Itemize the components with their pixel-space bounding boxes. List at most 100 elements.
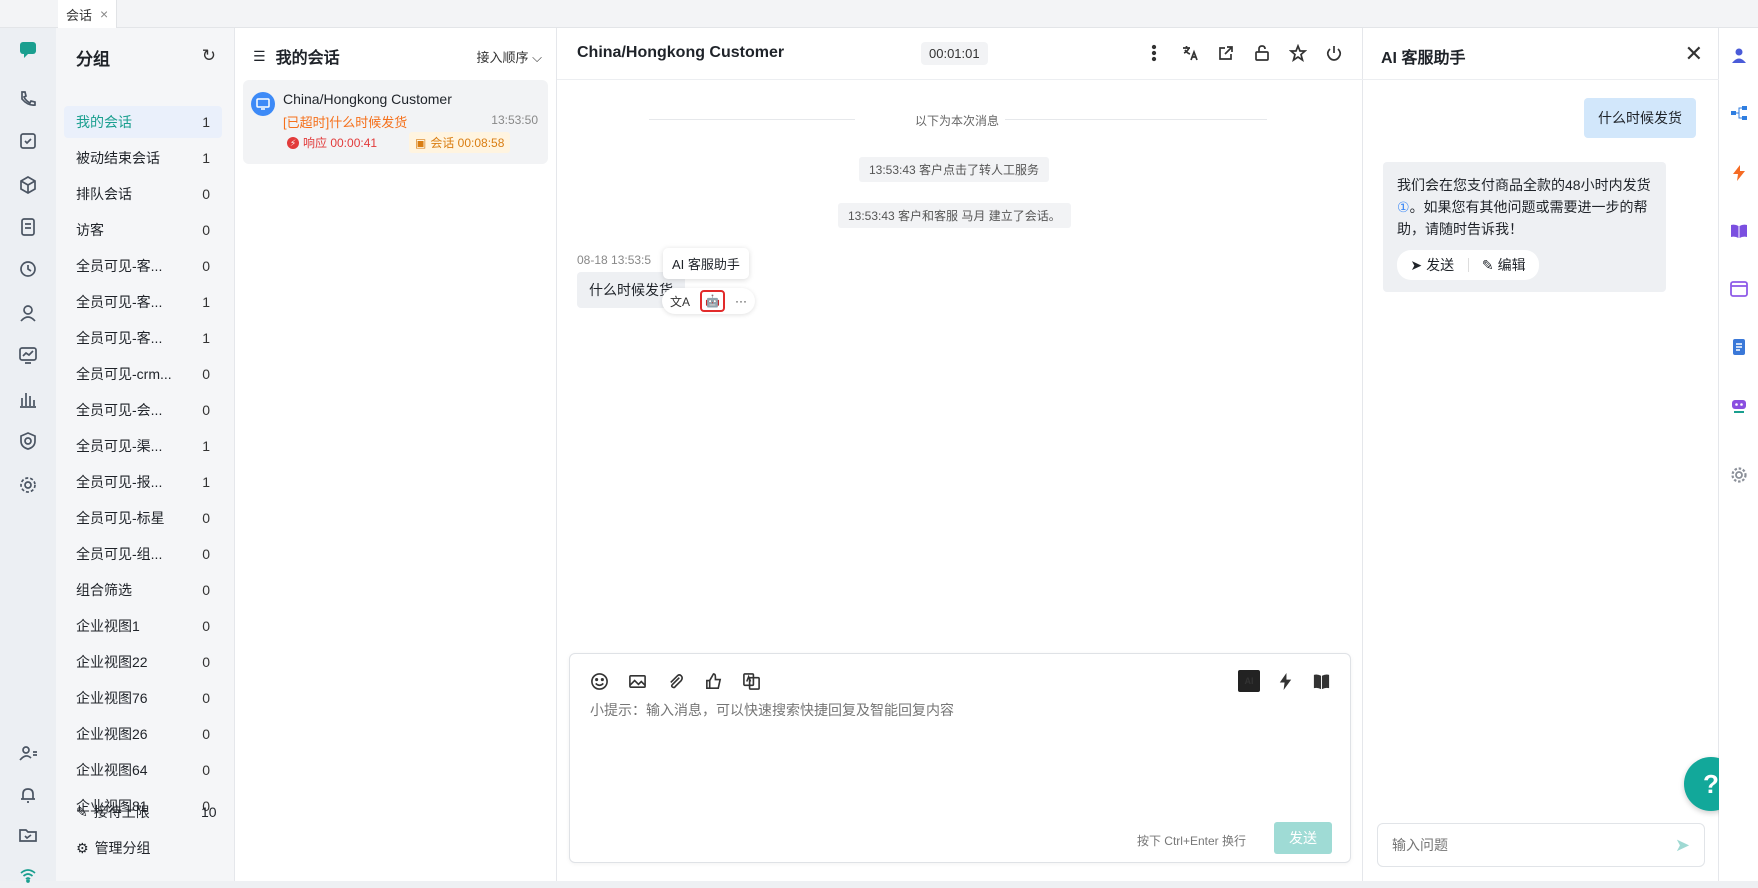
question-mark-icon: ? bbox=[1703, 768, 1719, 799]
transfer-icon[interactable] bbox=[1215, 42, 1237, 64]
group-item[interactable]: 企业视图64 0 bbox=[64, 754, 222, 786]
ai-question-input[interactable] bbox=[1392, 837, 1652, 853]
lightning-alert-icon: ⚡ bbox=[287, 136, 299, 149]
emoji-icon[interactable] bbox=[588, 670, 610, 692]
translate-icon[interactable] bbox=[1179, 42, 1201, 64]
group-item[interactable]: 全员可见-会... 0 bbox=[64, 394, 222, 426]
cube-icon[interactable] bbox=[15, 172, 41, 198]
citation-marker[interactable]: ① bbox=[1397, 199, 1410, 215]
send-button[interactable]: 发送 bbox=[1274, 822, 1332, 854]
group-item[interactable]: 企业视图76 0 bbox=[64, 682, 222, 714]
groups-title: 分组 bbox=[76, 50, 110, 69]
bell-icon[interactable] bbox=[15, 782, 41, 808]
google-translate-icon[interactable] bbox=[740, 670, 762, 692]
group-item[interactable]: 全员可见-渠... 1 bbox=[64, 430, 222, 462]
chat-header: China/Hongkong Customer 00:01:01 bbox=[557, 28, 1363, 80]
knowledge-book-icon[interactable] bbox=[1728, 220, 1750, 242]
collapse-menu-icon[interactable]: ☰ bbox=[253, 48, 266, 65]
group-item[interactable]: 排队会话 0 bbox=[64, 178, 222, 210]
image-icon[interactable] bbox=[626, 670, 648, 692]
group-item-label: 全员可见-客... bbox=[76, 294, 163, 310]
book-icon[interactable] bbox=[1310, 670, 1332, 692]
group-item[interactable]: 全员可见-客... 1 bbox=[64, 286, 222, 318]
group-item-label: 排队会话 bbox=[76, 186, 132, 202]
more-horizontal-icon[interactable]: ··· bbox=[735, 294, 747, 308]
group-item[interactable]: 企业视图26 0 bbox=[64, 718, 222, 750]
group-item[interactable]: 组合筛选 0 bbox=[64, 574, 222, 606]
clock-icon[interactable] bbox=[15, 256, 41, 282]
group-item[interactable]: 我的会话 1 bbox=[64, 106, 222, 138]
notes-icon[interactable] bbox=[1728, 336, 1750, 358]
ai-robot-icon[interactable] bbox=[1728, 394, 1750, 416]
customer-name: China/Hongkong Customer bbox=[283, 91, 452, 107]
ai-assistant-panel: AI 客服助手 ✕ 什么时候发货 我们会在您支付商品全款的48小时内发货 ①。如果… bbox=[1363, 28, 1719, 881]
tab-conversations[interactable]: 会话 × bbox=[58, 0, 118, 28]
message-input[interactable] bbox=[590, 702, 1330, 718]
divider-right bbox=[1005, 119, 1267, 120]
close-icon[interactable]: × bbox=[100, 6, 108, 22]
group-item[interactable]: 全员可见-组... 0 bbox=[64, 538, 222, 570]
message-time: 13:53:50 bbox=[491, 113, 538, 127]
system-message: 13:53:43 客户和客服 马月 建立了会话。 bbox=[838, 203, 1071, 228]
group-item[interactable]: 访客 0 bbox=[64, 214, 222, 246]
chat-icon[interactable] bbox=[15, 36, 41, 62]
divider-left bbox=[649, 119, 855, 120]
shield-search-icon[interactable] bbox=[15, 428, 41, 454]
bar-chart-icon[interactable] bbox=[15, 386, 41, 412]
user-settings-icon[interactable] bbox=[15, 740, 41, 766]
reception-limit[interactable]: ✎ 接待上限 10 bbox=[76, 802, 217, 822]
customer-profile-icon[interactable] bbox=[1728, 44, 1750, 66]
more-vertical-icon[interactable] bbox=[1143, 42, 1165, 64]
session-timer: 会话 00:08:58 bbox=[430, 136, 505, 150]
folder-check-icon[interactable] bbox=[15, 822, 41, 848]
group-item[interactable]: 全员可见-标星 0 bbox=[64, 502, 222, 534]
attachment-icon[interactable] bbox=[664, 670, 686, 692]
response-timer: 响应 00:00:41 bbox=[303, 136, 378, 150]
thumbs-up-icon[interactable] bbox=[702, 670, 724, 692]
conversation-list-title: 我的会话 bbox=[275, 50, 340, 67]
tab-label: 会话 bbox=[66, 7, 93, 23]
star-icon[interactable] bbox=[1287, 42, 1309, 64]
settings-icon[interactable] bbox=[15, 472, 41, 498]
group-item-label: 我的会话 bbox=[76, 114, 132, 130]
sort-dropdown[interactable]: 接入顺序 ⌵ bbox=[477, 47, 543, 66]
group-item[interactable]: 全员可见-客... 1 bbox=[64, 322, 222, 354]
manage-groups-button[interactable]: ⚙ 管理分组 bbox=[76, 838, 151, 858]
phone-icon[interactable] bbox=[15, 86, 41, 112]
group-item[interactable]: 全员可见-报... 1 bbox=[64, 466, 222, 498]
edit-answer-button[interactable]: ✎ 编辑 bbox=[1469, 254, 1540, 276]
flow-icon[interactable] bbox=[1728, 102, 1750, 124]
group-item[interactable]: 全员可见-客... 0 bbox=[64, 250, 222, 282]
task-check-icon[interactable] bbox=[15, 128, 41, 154]
close-icon[interactable]: ✕ bbox=[1685, 41, 1703, 67]
message-composer: AI 按下 Ctrl+Enter 换行 发送 bbox=[569, 653, 1351, 863]
send-plane-icon[interactable]: ➤ bbox=[1675, 835, 1690, 856]
monitor-chart-icon[interactable] bbox=[15, 342, 41, 368]
ai-panel-title: AI 客服助手 bbox=[1381, 50, 1466, 67]
chat-timer: 00:01:01 bbox=[921, 42, 988, 65]
group-item-count: 1 bbox=[202, 294, 210, 310]
group-item[interactable]: 企业视图1 0 bbox=[64, 610, 222, 642]
ai-icon[interactable]: AI bbox=[1238, 670, 1260, 692]
edit-answer-label: 编辑 bbox=[1497, 257, 1526, 273]
gear-icon[interactable] bbox=[1728, 464, 1750, 486]
power-icon[interactable] bbox=[1323, 42, 1345, 64]
refresh-icon[interactable]: ↻ bbox=[202, 46, 216, 66]
document-icon[interactable] bbox=[15, 214, 41, 240]
question-bubble: 什么时候发货 bbox=[1584, 98, 1696, 138]
translate-icon[interactable]: 文A bbox=[670, 293, 690, 310]
group-item[interactable]: 全员可见-crm... 0 bbox=[64, 358, 222, 390]
lightning-icon[interactable] bbox=[1274, 670, 1296, 692]
user-icon[interactable] bbox=[15, 300, 41, 326]
group-item[interactable]: 被动结束会话 1 bbox=[64, 142, 222, 174]
right-tool-rail bbox=[1719, 28, 1758, 881]
group-item-label: 全员可见-会... bbox=[76, 402, 163, 418]
send-answer-button[interactable]: ➤ 发送 bbox=[1397, 254, 1468, 276]
ai-assistant-robot-icon[interactable]: 🤖 bbox=[700, 290, 725, 312]
quick-reply-lightning-icon[interactable] bbox=[1728, 162, 1750, 184]
conversation-card[interactable]: China/Hongkong Customer [已超时]什么时候发货 13:5… bbox=[243, 80, 548, 164]
lock-icon[interactable] bbox=[1251, 42, 1273, 64]
pencil-icon: ✎ bbox=[1481, 257, 1494, 273]
group-item[interactable]: 企业视图22 0 bbox=[64, 646, 222, 678]
browser-window-icon[interactable] bbox=[1728, 278, 1750, 300]
